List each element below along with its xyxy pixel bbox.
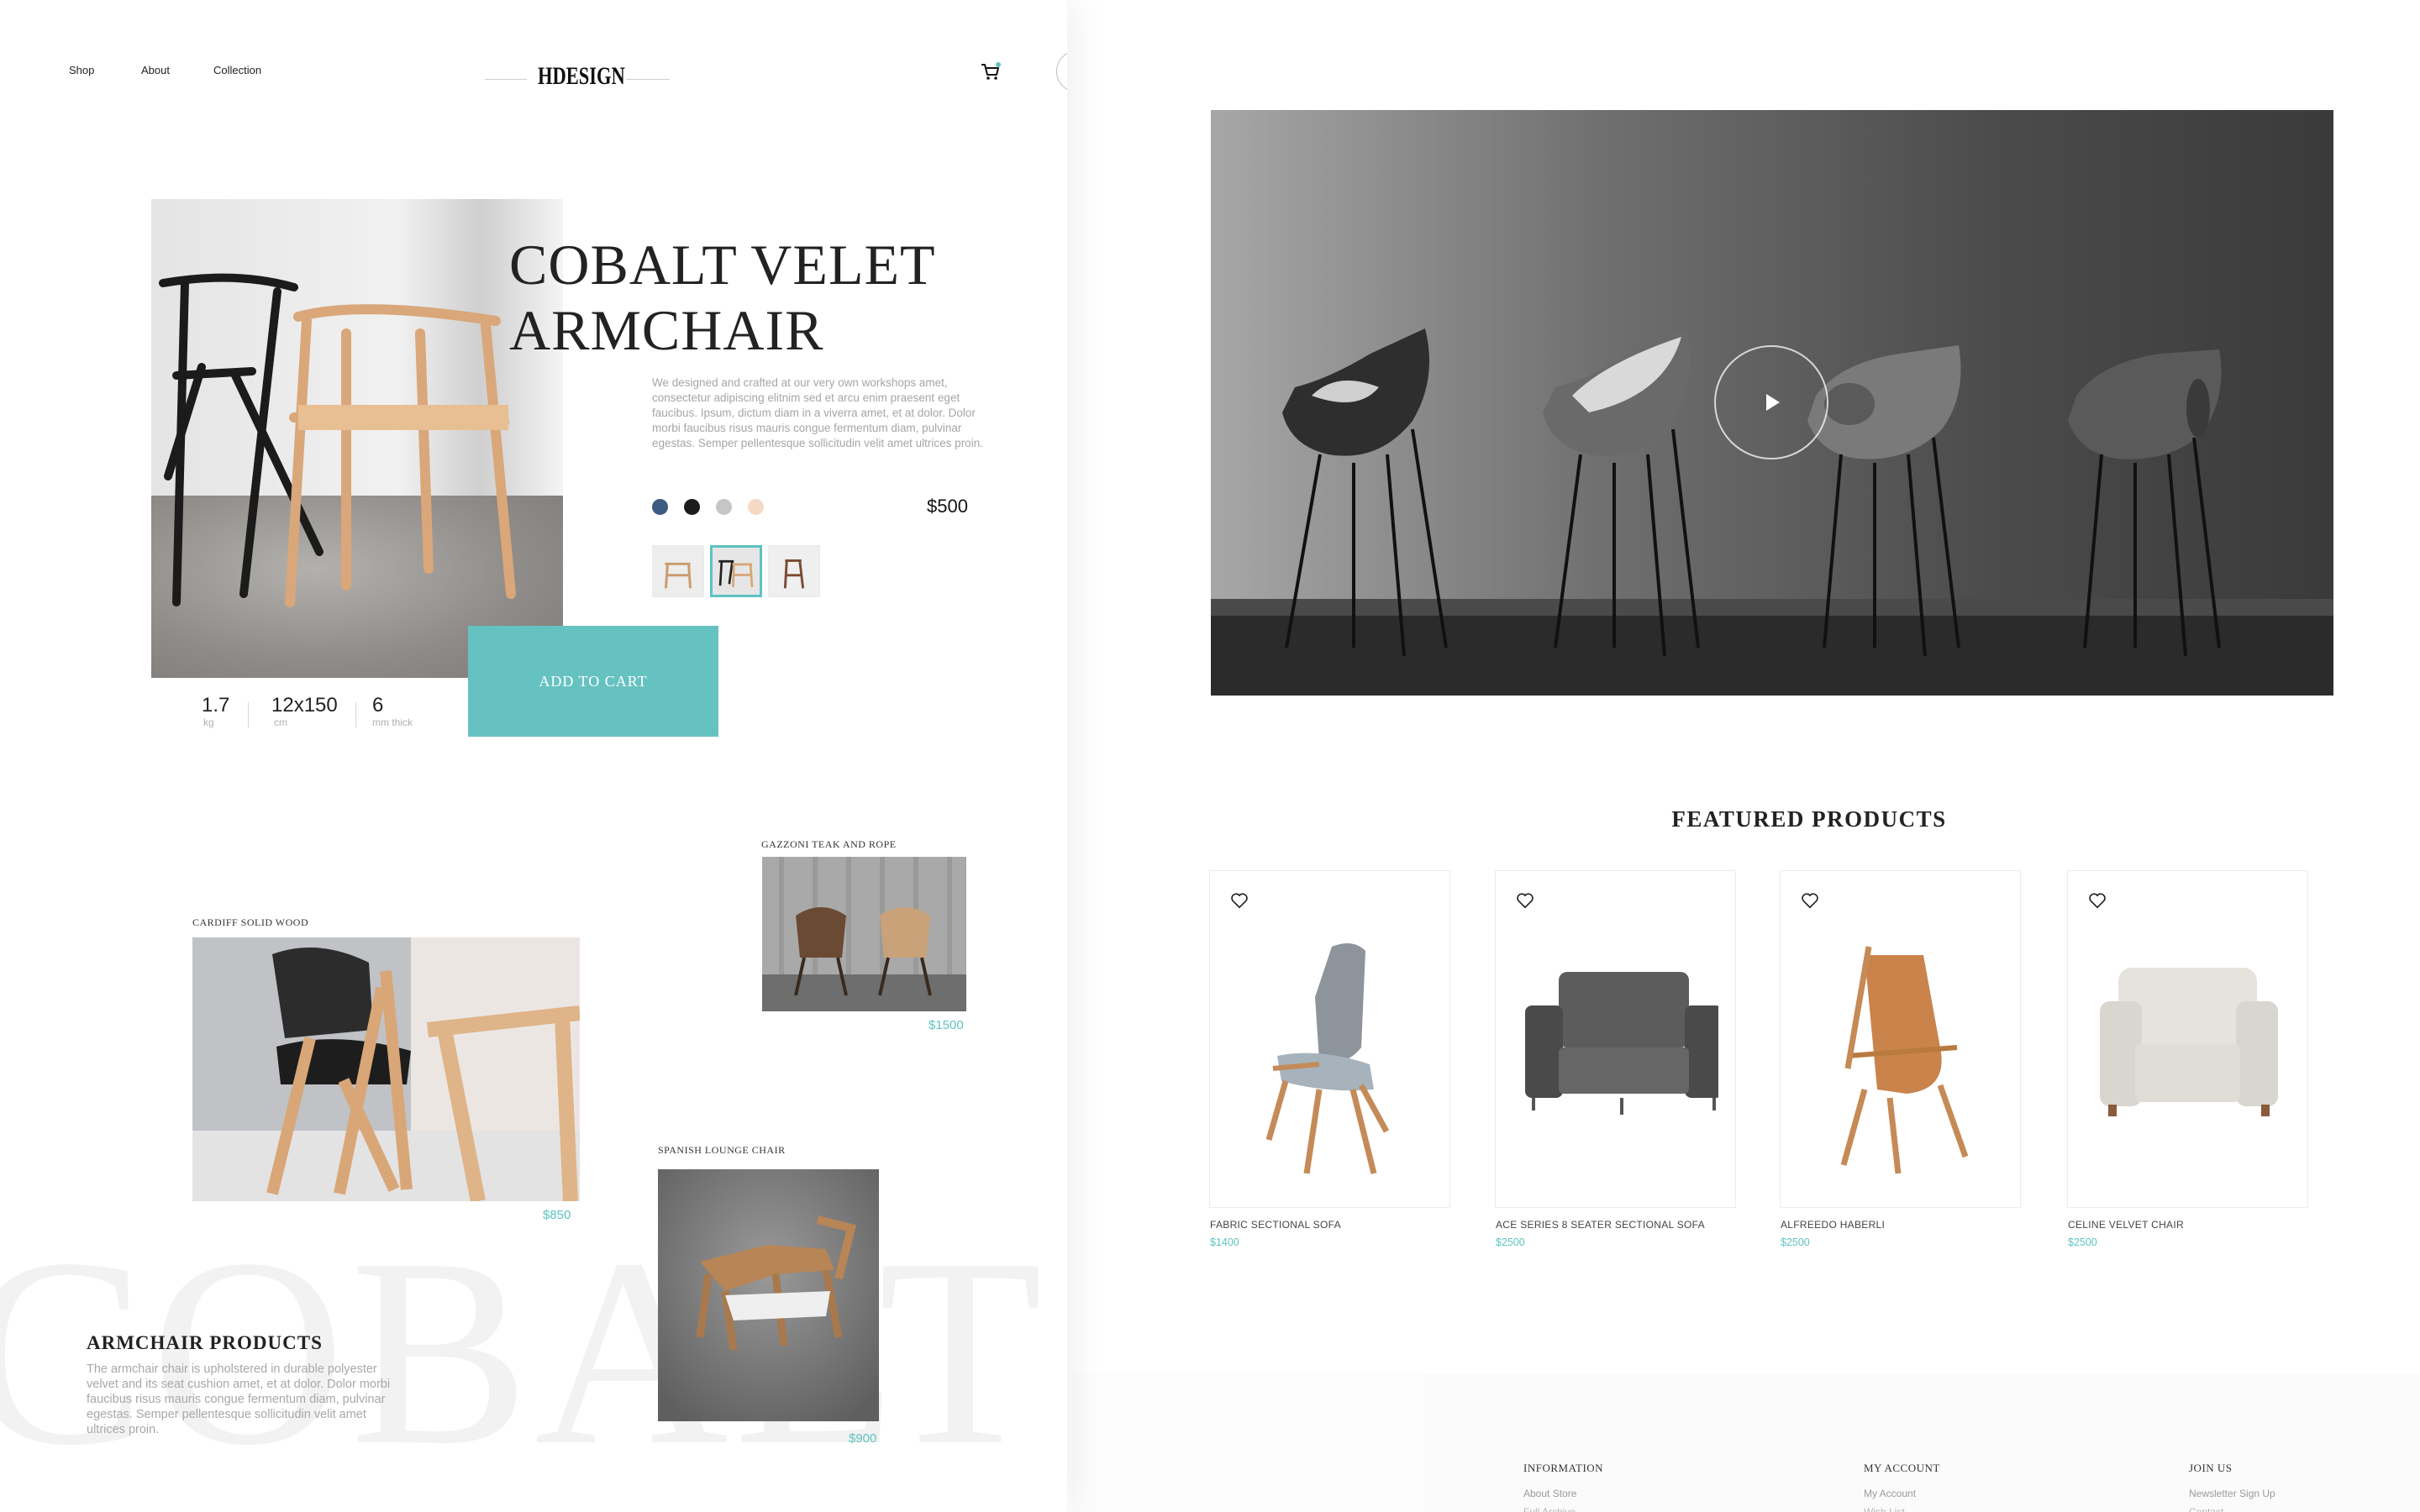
product-card-2[interactable] (1495, 870, 1736, 1208)
heart-icon[interactable] (1516, 891, 1534, 910)
product-card-4[interactable] (2067, 870, 2308, 1208)
product-name-4[interactable]: CELINE VELVET CHAIR (2068, 1219, 2184, 1231)
nav-shop[interactable]: Shop (69, 64, 94, 76)
product-image-alfreedo (1840, 946, 1969, 1174)
footer-heading-join: JOIN US (2189, 1462, 2233, 1474)
nav-collection[interactable]: Collection (213, 64, 261, 76)
logo-rule-right (626, 79, 670, 80)
product-description: We designed and crafted at our very own … (652, 376, 983, 449)
thumbnail-3[interactable] (768, 545, 820, 597)
thumbnail-1[interactable] (652, 545, 704, 597)
add-to-cart-button[interactable]: ADD TO CART (468, 626, 718, 737)
product-name-1[interactable]: FABRIC SECTIONAL SOFA (1210, 1219, 1341, 1231)
product-title: COBALT VELET ARMCHAIR (509, 232, 1030, 363)
product-price-gazzoni: $1500 (929, 1018, 964, 1032)
product-name-3[interactable]: ALFREEDO HABERLI (1781, 1219, 1885, 1231)
thumbnail-2[interactable] (710, 545, 762, 597)
spec-divider (248, 702, 249, 727)
heart-icon[interactable] (1230, 891, 1249, 910)
nav-about[interactable]: About (141, 64, 170, 76)
hero-product-image (151, 199, 563, 678)
spec-weight-unit: kg (203, 717, 214, 728)
product-price-3: $2500 (1781, 1236, 1810, 1248)
product-label-spanish: SPANISH LOUNGE CHAIR (658, 1144, 786, 1156)
cart-icon[interactable] (980, 62, 1002, 82)
footer-link-full-archive[interactable]: Full Archive (1523, 1506, 1576, 1512)
color-swatch-blue[interactable] (652, 499, 668, 515)
product-image-celine (2100, 968, 2278, 1116)
product-title-line2: ARMCHAIR (509, 298, 824, 362)
armchair-section-description: The armchair chair is upholstered in dur… (87, 1362, 391, 1436)
product-price-1: $1400 (1210, 1236, 1239, 1248)
product-price-spanish: $900 (849, 1431, 877, 1446)
product-title-line1: COBALT VELET (509, 233, 936, 297)
footer-heading-account: MY ACCOUNT (1864, 1462, 1940, 1474)
footer-left-panel (1072, 1373, 1425, 1512)
product-image-ace-sofa (1525, 972, 1718, 1115)
carousel-control[interactable] (1056, 50, 1067, 92)
spec-size-value: 12x150 (271, 694, 338, 717)
heart-icon[interactable] (2088, 891, 2107, 910)
home-page: FEATURED PRODUCTS FABRIC SECTIONAL SOFA … (1072, 0, 2420, 1512)
play-button[interactable] (1714, 345, 1828, 459)
footer-link-my-account[interactable]: My Account (1864, 1488, 1916, 1499)
logo[interactable]: HDESIGN (538, 62, 625, 91)
color-swatch-black[interactable] (684, 499, 700, 515)
product-name-2[interactable]: ACE SERIES 8 SEATER SECTIONAL SOFA (1496, 1219, 1705, 1231)
play-icon (1766, 394, 1780, 411)
product-price-2: $2500 (1496, 1236, 1525, 1248)
spec-size-unit: cm (274, 717, 287, 728)
product-image-cardiff[interactable] (192, 937, 580, 1201)
product-label-gazzoni: GAZZONI TEAK AND ROPE (761, 838, 897, 850)
spec-thickness-value: 6 (372, 694, 384, 717)
spec-thickness-unit: mm thick (372, 717, 413, 728)
heart-icon[interactable] (1801, 891, 1819, 910)
product-card-3[interactable] (1780, 870, 2021, 1208)
spec-divider (355, 702, 356, 727)
product-price-4: $2500 (2068, 1236, 2097, 1248)
spec-weight-value: 1.7 (202, 694, 230, 717)
featured-products-heading: FEATURED PRODUCTS (1671, 806, 1947, 832)
product-image-spanish[interactable] (658, 1169, 879, 1421)
product-image-gazzoni[interactable] (762, 857, 966, 1011)
product-price: $500 (927, 496, 968, 517)
footer-link-contact[interactable]: Contact (2189, 1506, 2223, 1512)
footer-link-newsletter[interactable]: Newsletter Sign Up (2189, 1488, 2275, 1499)
color-swatch-grey[interactable] (716, 499, 732, 515)
footer-link-wish-list[interactable]: Wish List (1864, 1506, 1905, 1512)
product-price-cardiff: $850 (543, 1208, 571, 1222)
logo-rule-left (485, 79, 527, 80)
product-page: Shop About Collection HDESIGN COBALT VEL… (0, 0, 1067, 1512)
product-label-cardiff: CARDIFF SOLID WOOD (192, 916, 309, 928)
product-card-1[interactable] (1209, 870, 1450, 1208)
product-image-fabric-sofa (1265, 943, 1390, 1174)
color-swatch-peach[interactable] (748, 499, 764, 515)
footer-heading-information: INFORMATION (1523, 1462, 1604, 1474)
armchair-section-heading: ARMCHAIR PRODUCTS (87, 1332, 323, 1353)
footer-link-about-store[interactable]: About Store (1523, 1488, 1576, 1499)
